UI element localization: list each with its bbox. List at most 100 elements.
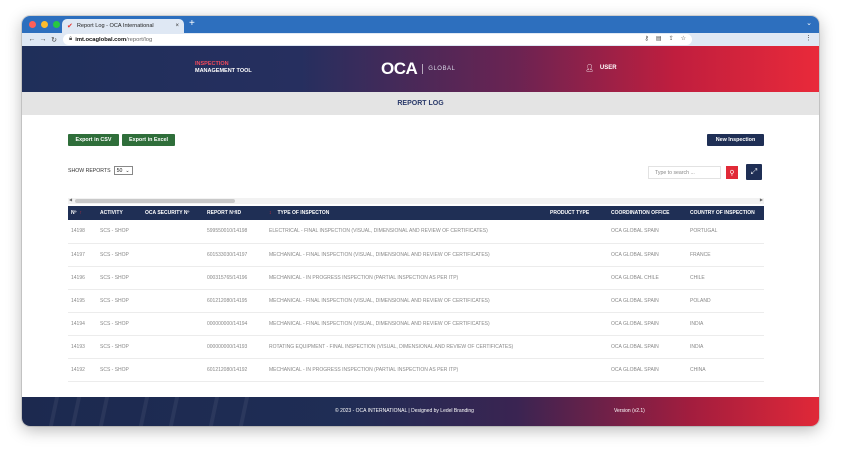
scrollbar-thumb[interactable] (75, 199, 235, 203)
forward-icon[interactable]: → (38, 36, 48, 44)
cell-activity: SCS - SHOP (97, 358, 142, 382)
oca-logo[interactable]: OCA GLOBAL (381, 59, 455, 79)
logo-mark: OCA (381, 59, 418, 78)
cell-report-id: 601212080/14195 (204, 289, 266, 313)
export-csv-button[interactable]: Export in CSV (68, 134, 119, 146)
table-row[interactable]: 14196 SCS - SHOP 000315765/14196 MECHANICAL… (68, 266, 764, 290)
scroll-right-icon[interactable]: ▶ (760, 197, 763, 202)
col-header-coordination-office[interactable]: COORDINATION OFFICE (608, 206, 687, 220)
footer-stripe (48, 397, 60, 426)
reader-icon[interactable]: ▤ (656, 35, 662, 42)
expand-icon: ⤢ (750, 167, 758, 176)
cell-country: CHILE (687, 266, 764, 290)
cell-country: INDIA (687, 312, 764, 336)
col-header-activity[interactable]: ACTIVITY (97, 206, 142, 220)
cell-security (142, 358, 204, 382)
cell-country: FRANCE (687, 243, 764, 267)
cell-activity: SCS - SHOP (97, 312, 142, 336)
lock-icon: 🔒︎ (69, 36, 73, 42)
cell-report-id: 000315765/14196 (204, 266, 266, 290)
table-row[interactable]: 14194 SCS - SHOP 000000000/14194 MECHANICAL… (68, 312, 764, 336)
col-header-country[interactable]: COUNTRY OF INSPECTION (687, 206, 764, 220)
cell-activity: SCS - SHOP (97, 335, 142, 359)
key-icon[interactable]: ⚷ (645, 35, 649, 42)
table-row[interactable]: 14193 SCS - SHOP 000000000/14193 ROTATING E… (68, 335, 764, 359)
cell-activity: SCS - SHOP (97, 243, 142, 267)
cell-product-type (547, 312, 608, 336)
col-header-type[interactable]: ↕ TYPE OF INSPECTON (266, 206, 547, 220)
show-reports-label: SHOW REPORTS (68, 167, 111, 174)
browser-window: ✔ Report Log - OCA International × + ⌄ ←… (22, 16, 819, 426)
cell-coordination-office: OCA GLOBAL SPAIN (608, 220, 687, 244)
search-input[interactable]: Type to search ... (648, 166, 721, 179)
export-excel-button[interactable]: Export in Excel (122, 134, 175, 146)
footer-stripe (70, 397, 82, 426)
url-field[interactable]: 🔒︎ imt.ocaglobal.com /report/log ⚷ ▤ ⇪ ☆ (63, 34, 692, 45)
chevron-down-icon[interactable]: ⌄ (806, 19, 812, 27)
table-row[interactable]: 14192 SCS - SHOP 601212080/14192 MECHANICAL… (68, 358, 764, 382)
cell-number: 14194 (68, 312, 97, 336)
browser-menu-icon[interactable]: ⋮ (805, 34, 812, 42)
maximize-window-button[interactable] (53, 21, 60, 28)
new-tab-button[interactable]: + (189, 18, 195, 30)
app-header: INSPECTION MANAGEMENT TOOL OCA GLOBAL 👤︎… (22, 46, 819, 92)
page-title: REPORT LOG (397, 100, 444, 107)
col-header-product-type[interactable]: PRODUCT TYPE (547, 206, 608, 220)
cell-report-id: 000000000/14193 (204, 335, 266, 359)
cell-country: CHINA (687, 358, 764, 382)
logo-subtitle: GLOBAL (428, 66, 456, 72)
close-window-button[interactable] (29, 21, 36, 28)
cell-coordination-office: OCA GLOBAL SPAIN (608, 335, 687, 359)
cell-product-type (547, 220, 608, 244)
col-header-number[interactable]: Nº ↑ (68, 206, 97, 220)
brand-line-1: INSPECTION (195, 61, 229, 67)
cell-type: MECHANICAL - FINAL INSPECTION (VISUAL, D… (266, 243, 547, 267)
cell-number: 14197 (68, 243, 97, 267)
cell-activity: SCS - SHOP (97, 289, 142, 313)
col-header-report-id[interactable]: REPORT Nº/ID (204, 206, 266, 220)
cell-activity: SCS - SHOP (97, 220, 142, 244)
cell-report-id: 000000000/14194 (204, 312, 266, 336)
user-menu[interactable]: 👤︎ USER (585, 64, 617, 72)
tab-strip: ✔ Report Log - OCA International × + ⌄ (22, 16, 819, 33)
cell-coordination-office: OCA GLOBAL SPAIN (608, 243, 687, 267)
cell-coordination-office: OCA GLOBAL SPAIN (608, 289, 687, 313)
new-inspection-button[interactable]: New Inspection (707, 134, 764, 146)
app-brand[interactable]: INSPECTION MANAGEMENT TOOL (195, 61, 252, 75)
footer-stripe (138, 397, 150, 426)
minimize-window-button[interactable] (41, 21, 48, 28)
cell-security (142, 266, 204, 290)
cell-product-type (547, 358, 608, 382)
person-icon: 👤︎ (585, 65, 594, 72)
cell-type: MECHANICAL - IN PROGRESS INSPECTION (PAR… (266, 266, 547, 290)
app: INSPECTION MANAGEMENT TOOL OCA GLOBAL 👤︎… (22, 46, 819, 426)
table-header: Nº ↑ ACTIVITY OCA SECURITY Nº REPORT Nº/I… (68, 206, 764, 220)
cell-product-type (547, 266, 608, 290)
sort-icon: ↑ (79, 210, 82, 216)
cell-activity: SCS - SHOP (97, 266, 142, 290)
show-reports-select[interactable]: 50 ⌄ (113, 166, 133, 175)
bookmark-star-icon[interactable]: ☆ (681, 35, 686, 42)
cell-number: 14196 (68, 266, 97, 290)
brand-line-2: MANAGEMENT TOOL (195, 68, 252, 74)
reload-icon[interactable]: ↻ (49, 36, 59, 44)
tab-close-button[interactable]: × (175, 23, 179, 29)
cell-product-type (547, 243, 608, 267)
scroll-left-icon[interactable]: ◀ (69, 197, 72, 202)
horizontal-scrollbar[interactable]: ◀ ▶ (68, 197, 764, 204)
table-row[interactable]: 14197 SCS - SHOP 601533030/14197 MECHANICAL… (68, 243, 764, 267)
cell-report-id: 601533030/14197 (204, 243, 266, 267)
search-button[interactable]: ⚲ (726, 166, 738, 179)
share-icon[interactable]: ⇪ (669, 35, 674, 42)
table-row[interactable]: 14195 SCS - SHOP 601212080/14195 MECHANICAL… (68, 289, 764, 313)
cell-country: POLAND (687, 289, 764, 313)
browser-tab[interactable]: ✔ Report Log - OCA International × (62, 19, 184, 33)
expand-button[interactable]: ⤢ (746, 164, 762, 180)
cell-type: MECHANICAL - IN PROGRESS INSPECTION (PAR… (266, 358, 547, 382)
footer-stripe (168, 397, 180, 426)
back-icon[interactable]: ← (27, 36, 37, 44)
cell-product-type (547, 289, 608, 313)
table-row[interactable]: 14198 SCS - SHOP 599550010/14198 ELECTRICAL… (68, 220, 764, 244)
cell-type: MECHANICAL - FINAL INSPECTION (VISUAL, D… (266, 289, 547, 313)
col-header-security[interactable]: OCA SECURITY Nº (142, 206, 204, 220)
